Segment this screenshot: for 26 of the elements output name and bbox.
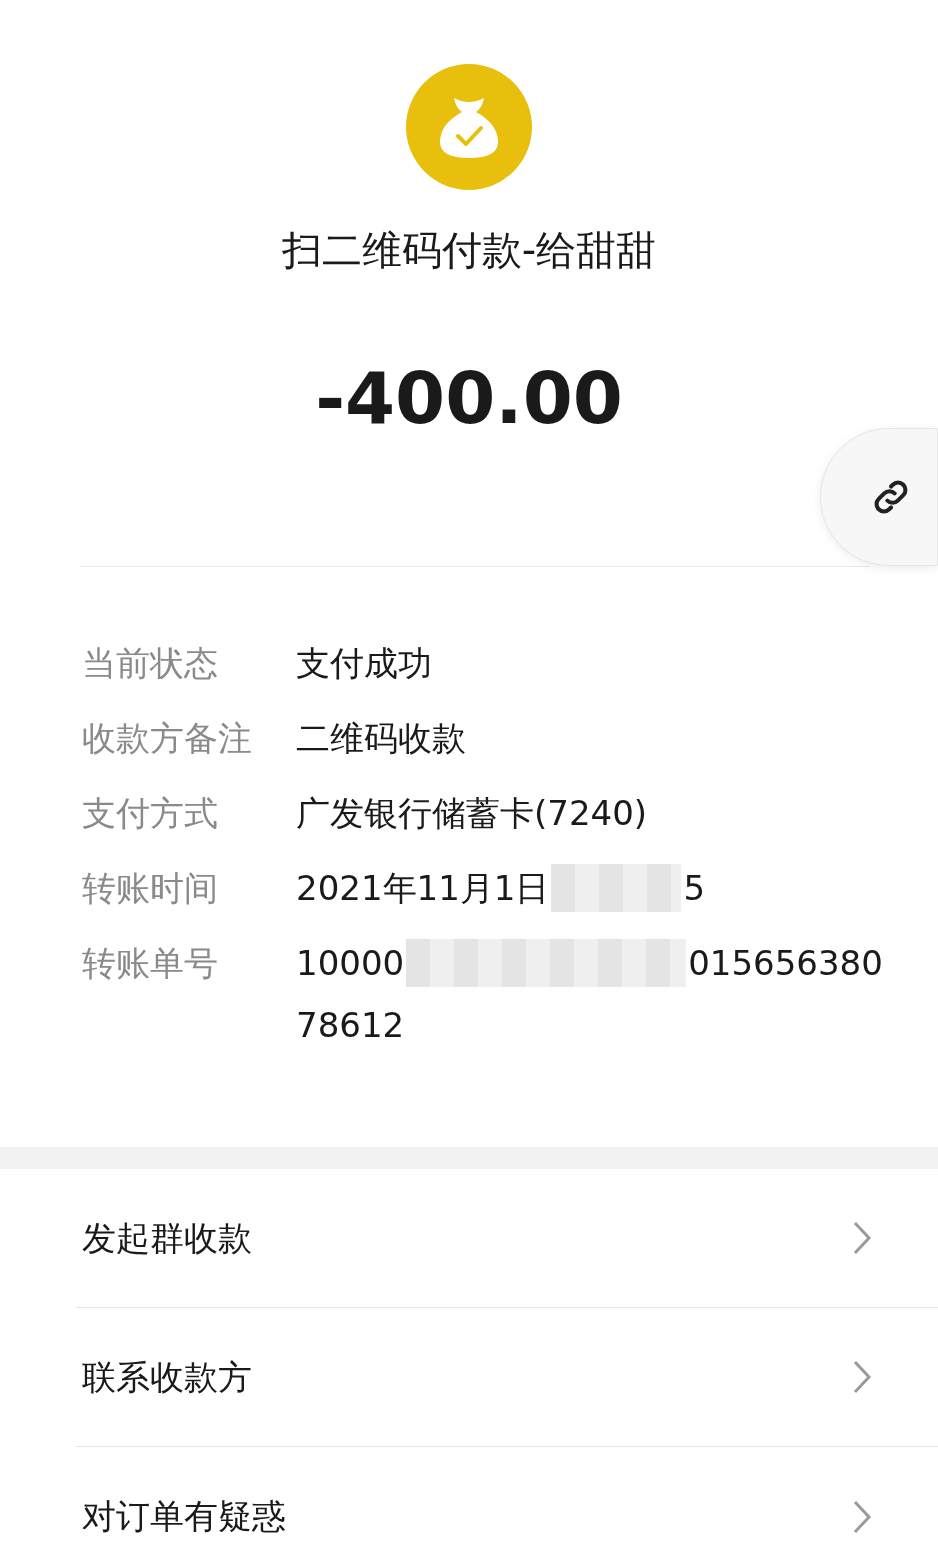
detail-label: 支付方式 [82,792,219,835]
detail-label: 当前状态 [82,642,219,685]
menu-item-label: 发起群收款 [82,1216,252,1260]
chevron-right-icon [852,1498,872,1535]
menu-item[interactable]: 对订单有疑惑 [76,1447,938,1563]
detail-value: 5 [683,867,706,910]
detail-value: 78612 [296,1004,405,1047]
menu-item-label: 联系收款方 [82,1355,252,1399]
detail-value: 2021年11月1日 [296,867,550,910]
menu-item-label: 对订单有疑惑 [82,1495,286,1538]
chevron-right-icon [852,1220,872,1256]
menu-item[interactable]: 联系收款方 [76,1308,938,1447]
amount: -400.00 [315,358,623,438]
money-bag-icon [406,64,532,190]
detail-label: 转账时间 [82,867,219,910]
chevron-right-icon [852,1359,872,1395]
detail-label: 收款方备注 [82,717,253,760]
detail-value: 二维码收款 [296,717,466,760]
detail-value: 10000 [296,942,405,985]
detail-value: 广发银行储蓄卡(7240) [296,792,648,835]
menu-item[interactable]: 发起群收款 [76,1169,938,1308]
detail-value: 015656380 [688,942,883,985]
detail-label: 转账单号 [82,942,219,985]
transaction-title: 扫二维码付款-给甜甜 [281,226,657,275]
link-button[interactable] [820,428,938,566]
detail-value: 支付成功 [296,642,432,685]
